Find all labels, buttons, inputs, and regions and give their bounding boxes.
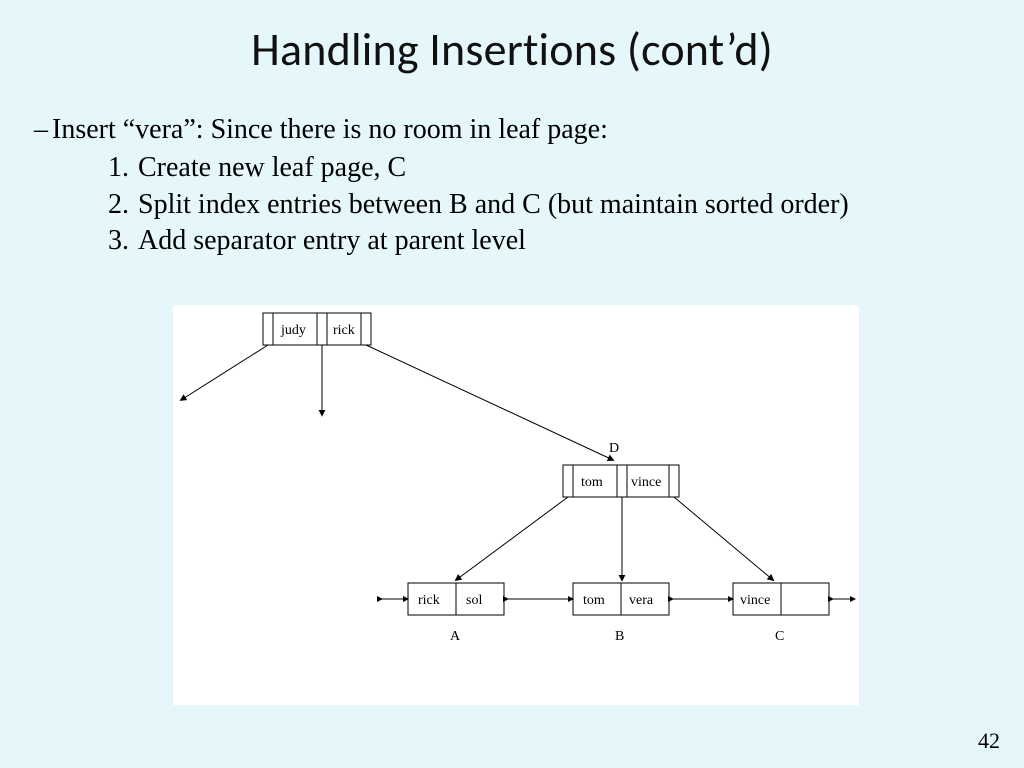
leaf-a-k1: rick bbox=[418, 593, 440, 608]
root-node: judy rick bbox=[263, 313, 371, 345]
step-1-num: 1. bbox=[108, 150, 138, 186]
root-k2: rick bbox=[333, 323, 355, 338]
arrow-d-c bbox=[674, 497, 773, 580]
btree-diagram: judy rick D tom vince bbox=[173, 305, 859, 705]
slide: Handling Insertions (cont’d) – Insert “v… bbox=[0, 0, 1024, 768]
d-k1: tom bbox=[581, 475, 603, 490]
leaf-c-label: C bbox=[775, 629, 784, 644]
step-1-text: Create new leaf page, C bbox=[138, 150, 950, 186]
step-2-num: 2. bbox=[108, 187, 138, 223]
leaf-a-k2: sol bbox=[466, 593, 482, 608]
d-label: D bbox=[609, 441, 619, 456]
leaf-c-k1: vince bbox=[740, 593, 770, 608]
leaf-b-k1: tom bbox=[583, 593, 605, 608]
leaf-c: vince C bbox=[733, 583, 829, 644]
d-node: tom vince bbox=[563, 465, 679, 497]
leaf-b-label: B bbox=[615, 629, 624, 644]
step-3-text: Add separator entry at parent level bbox=[138, 223, 950, 259]
page-number: 42 bbox=[978, 728, 1000, 754]
step-3-num: 3. bbox=[108, 223, 138, 259]
steps-list: 1. Create new leaf page, C 2. Split inde… bbox=[108, 150, 950, 259]
slide-title: Handling Insertions (cont’d) bbox=[0, 22, 1024, 78]
arrow-d-a bbox=[456, 497, 568, 580]
slide-body: – Insert “vera”: Since there is no room … bbox=[30, 112, 950, 260]
bullet-insert-vera: – Insert “vera”: Since there is no room … bbox=[30, 112, 950, 148]
step-3: 3. Add separator entry at parent level bbox=[108, 223, 950, 259]
leaf-a: rick sol A bbox=[408, 583, 504, 644]
root-k1: judy bbox=[280, 323, 306, 338]
step-2: 2. Split index entries between B and C (… bbox=[108, 187, 950, 223]
d-k2: vince bbox=[631, 475, 661, 490]
leaf-b-k2: vera bbox=[629, 593, 654, 608]
bullet-dash: – bbox=[30, 112, 52, 148]
leaf-b: tom vera B bbox=[573, 583, 669, 644]
arrow-root-left bbox=[181, 345, 268, 400]
leaf-a-label: A bbox=[450, 629, 461, 644]
step-2-text: Split index entries between B and C (but… bbox=[138, 187, 950, 223]
bullet-text: Insert “vera”: Since there is no room in… bbox=[52, 112, 608, 148]
arrow-root-right bbox=[366, 345, 613, 460]
step-1: 1. Create new leaf page, C bbox=[108, 150, 950, 186]
